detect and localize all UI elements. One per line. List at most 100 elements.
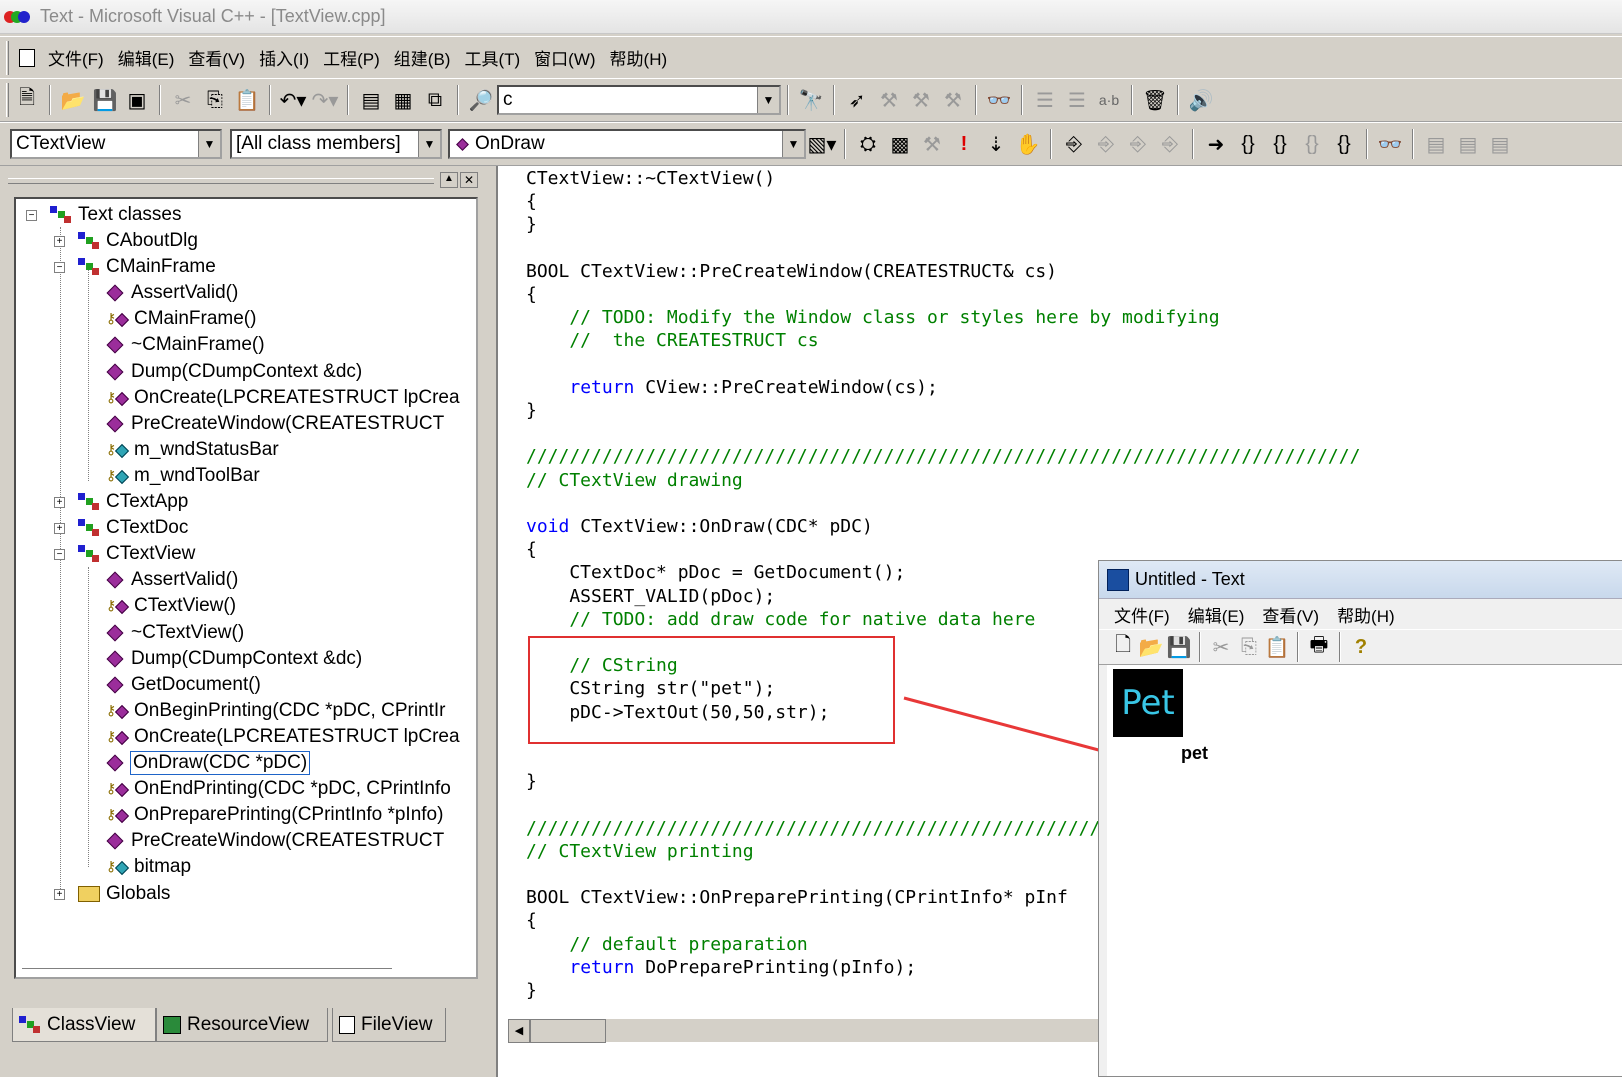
tab-fileview[interactable]: FileView bbox=[332, 1008, 446, 1042]
tree-node[interactable]: ⚷ OnBeginPrinting(CDC *pDC, CPrintIr bbox=[104, 698, 446, 724]
outdent-icon[interactable]: ☰ bbox=[1061, 84, 1093, 116]
tab-resourceview[interactable]: ResourceView bbox=[156, 1008, 328, 1042]
member-combo[interactable]: OnDraw ▼ bbox=[448, 129, 806, 159]
open-folder-icon[interactable]: 📂 bbox=[57, 84, 89, 116]
tree-node[interactable]: CTextApp bbox=[78, 489, 188, 515]
speaker-icon[interactable]: 🔊 bbox=[1185, 84, 1217, 116]
trash-icon[interactable]: 🗑 bbox=[1139, 84, 1171, 116]
quickwatch-icon[interactable]: 👓 bbox=[1374, 128, 1406, 160]
chevron-down-icon[interactable]: ▼ bbox=[782, 131, 804, 157]
tree-node[interactable]: ⚷ CTextView() bbox=[104, 593, 236, 619]
workspace-icon[interactable]: ▤ bbox=[355, 84, 387, 116]
tree-node[interactable]: ⚷ m_wndToolBar bbox=[104, 463, 260, 489]
find-combo[interactable]: c ▼ bbox=[497, 85, 781, 115]
compile-file-icon[interactable]: ⛭ bbox=[852, 128, 884, 160]
show-next-statement-icon[interactable]: ➜ bbox=[1200, 128, 1232, 160]
debug-restart-icon[interactable]: ⎆ bbox=[1058, 128, 1090, 160]
tree-node[interactable]: CAboutDlg bbox=[78, 228, 198, 254]
menu-file[interactable]: 文件(F) bbox=[41, 43, 111, 72]
chevron-down-icon[interactable]: ▼ bbox=[198, 131, 220, 157]
copy-icon[interactable]: ⎘ bbox=[199, 84, 231, 116]
tree-node[interactable]: CTextView bbox=[78, 541, 195, 567]
go-icon[interactable]: ⇣ bbox=[980, 128, 1012, 160]
build-target-icon[interactable]: ▩ bbox=[884, 128, 916, 160]
open-folder-icon[interactable]: 📂 bbox=[1137, 631, 1165, 663]
compile-icon[interactable]: ➶ bbox=[841, 84, 873, 116]
debug-break-icon[interactable]: ⎆ bbox=[1122, 128, 1154, 160]
tree-node[interactable]: CTextDoc bbox=[78, 515, 188, 541]
tree-scrollbar[interactable] bbox=[22, 968, 392, 971]
app-menu-view[interactable]: 查看(V) bbox=[1253, 602, 1328, 627]
hand-icon[interactable]: ✋ bbox=[1012, 128, 1044, 160]
tree-node[interactable]: ⚷ OnEndPrinting(CDC *pDC, CPrintInfo bbox=[104, 776, 451, 802]
app-menu-file[interactable]: 文件(F) bbox=[1105, 602, 1179, 627]
redo-icon[interactable]: ↷▾ bbox=[309, 84, 341, 116]
menubar-grip[interactable] bbox=[6, 40, 9, 75]
menu-build[interactable]: 组建(B) bbox=[387, 43, 458, 72]
tree-node[interactable]: ~CTextView() bbox=[104, 620, 244, 646]
tree-node[interactable]: CMainFrame bbox=[78, 254, 216, 280]
tree-node[interactable]: ⚷ bitmap bbox=[104, 854, 191, 880]
menu-view[interactable]: 查看(V) bbox=[181, 43, 252, 72]
cut-icon[interactable]: ✂ bbox=[167, 84, 199, 116]
tree-node[interactable]: AssertValid() bbox=[104, 280, 238, 306]
wizard-action-icon[interactable]: ▧▾ bbox=[806, 128, 838, 160]
stop-icon[interactable]: ⚒ bbox=[916, 128, 948, 160]
maximize-pane-icon[interactable]: ▲ bbox=[440, 172, 458, 188]
collapse-root-icon[interactable]: − bbox=[26, 210, 37, 221]
print-icon[interactable]: 🖶 bbox=[1305, 631, 1333, 663]
collapse-node-icon[interactable]: − bbox=[54, 549, 65, 561]
scroll-left-icon[interactable]: ◀ bbox=[508, 1019, 530, 1043]
document-icon[interactable] bbox=[19, 48, 35, 67]
save-icon[interactable]: 💾 bbox=[89, 84, 121, 116]
indent-icon[interactable]: ☰ bbox=[1029, 84, 1061, 116]
editor-horizontal-scrollbar[interactable]: ◀ bbox=[508, 1018, 1104, 1043]
expand-node-icon[interactable]: + bbox=[54, 497, 65, 508]
cut-icon[interactable]: ✂ bbox=[1207, 631, 1235, 663]
menu-project[interactable]: 工程(P) bbox=[316, 43, 387, 72]
new-file-icon[interactable]: 🗋 bbox=[1109, 631, 1137, 663]
whitespace-icon[interactable]: a·b bbox=[1093, 84, 1125, 116]
save-icon[interactable]: 💾 bbox=[1165, 631, 1193, 663]
registers-icon[interactable]: ▤ bbox=[1484, 128, 1516, 160]
tree-node[interactable]: Globals bbox=[78, 881, 170, 907]
toolbar-grip[interactable] bbox=[6, 83, 9, 117]
output-icon[interactable]: ▦ bbox=[387, 84, 419, 116]
tree-node[interactable]: ⚷ OnPreparePrinting(CPrintInfo *pInfo) bbox=[104, 802, 443, 828]
undo-icon[interactable]: ↶▾ bbox=[277, 84, 309, 116]
menu-window[interactable]: 窗口(W) bbox=[527, 43, 602, 72]
step-over-icon[interactable]: {} bbox=[1264, 128, 1296, 160]
variables-icon[interactable]: ▤ bbox=[1452, 128, 1484, 160]
expand-node-icon[interactable]: + bbox=[54, 236, 65, 247]
running-app-window[interactable]: Untitled - Text 文件(F) 编辑(E) 查看(V) 帮助(H) … bbox=[1098, 560, 1622, 1077]
tree-node[interactable]: PreCreateWindow(CREATESTRUCT bbox=[104, 411, 444, 437]
tree-node[interactable]: ~CMainFrame() bbox=[104, 332, 265, 358]
scroll-thumb[interactable] bbox=[530, 1019, 606, 1043]
step-out-icon[interactable]: {} bbox=[1296, 128, 1328, 160]
step-into-icon[interactable]: {} bbox=[1232, 128, 1264, 160]
copy-icon[interactable]: ⎘ bbox=[1235, 631, 1263, 663]
paste-icon[interactable]: 📋 bbox=[231, 84, 263, 116]
find-in-files-icon[interactable]: 🔎 bbox=[465, 84, 497, 116]
tree-node[interactable]: PreCreateWindow(CREATESTRUCT bbox=[104, 828, 444, 854]
save-all-icon[interactable]: ▣ bbox=[121, 84, 153, 116]
help-icon[interactable]: ? bbox=[1347, 631, 1375, 663]
tree-root[interactable]: Text classes bbox=[50, 202, 181, 228]
menu-insert[interactable]: 插入(I) bbox=[252, 43, 316, 72]
find-icon[interactable]: 🔭 bbox=[795, 84, 827, 116]
menu-tools[interactable]: 工具(T) bbox=[457, 43, 527, 72]
chevron-down-icon[interactable]: ▼ bbox=[418, 131, 440, 157]
build-icon[interactable]: ⚒ bbox=[873, 84, 905, 116]
watch-icon[interactable]: ▤ bbox=[1420, 128, 1452, 160]
tree-node[interactable]: ⚷ m_wndStatusBar bbox=[104, 437, 279, 463]
collapse-node-icon[interactable]: − bbox=[54, 262, 65, 274]
app-menu-help[interactable]: 帮助(H) bbox=[1328, 602, 1404, 627]
class-combo[interactable]: CTextView ▼ bbox=[10, 129, 222, 159]
binoculars-icon[interactable]: 👓 bbox=[983, 84, 1015, 116]
paste-icon[interactable]: 📋 bbox=[1263, 631, 1291, 663]
execute-icon[interactable]: ⚒ bbox=[937, 84, 969, 116]
expand-node-icon[interactable]: + bbox=[54, 888, 65, 900]
new-text-file-icon[interactable]: 🗎 bbox=[11, 84, 43, 116]
filter-combo[interactable]: [All class members] ▼ bbox=[230, 129, 442, 159]
expand-node-icon[interactable]: + bbox=[54, 523, 65, 535]
